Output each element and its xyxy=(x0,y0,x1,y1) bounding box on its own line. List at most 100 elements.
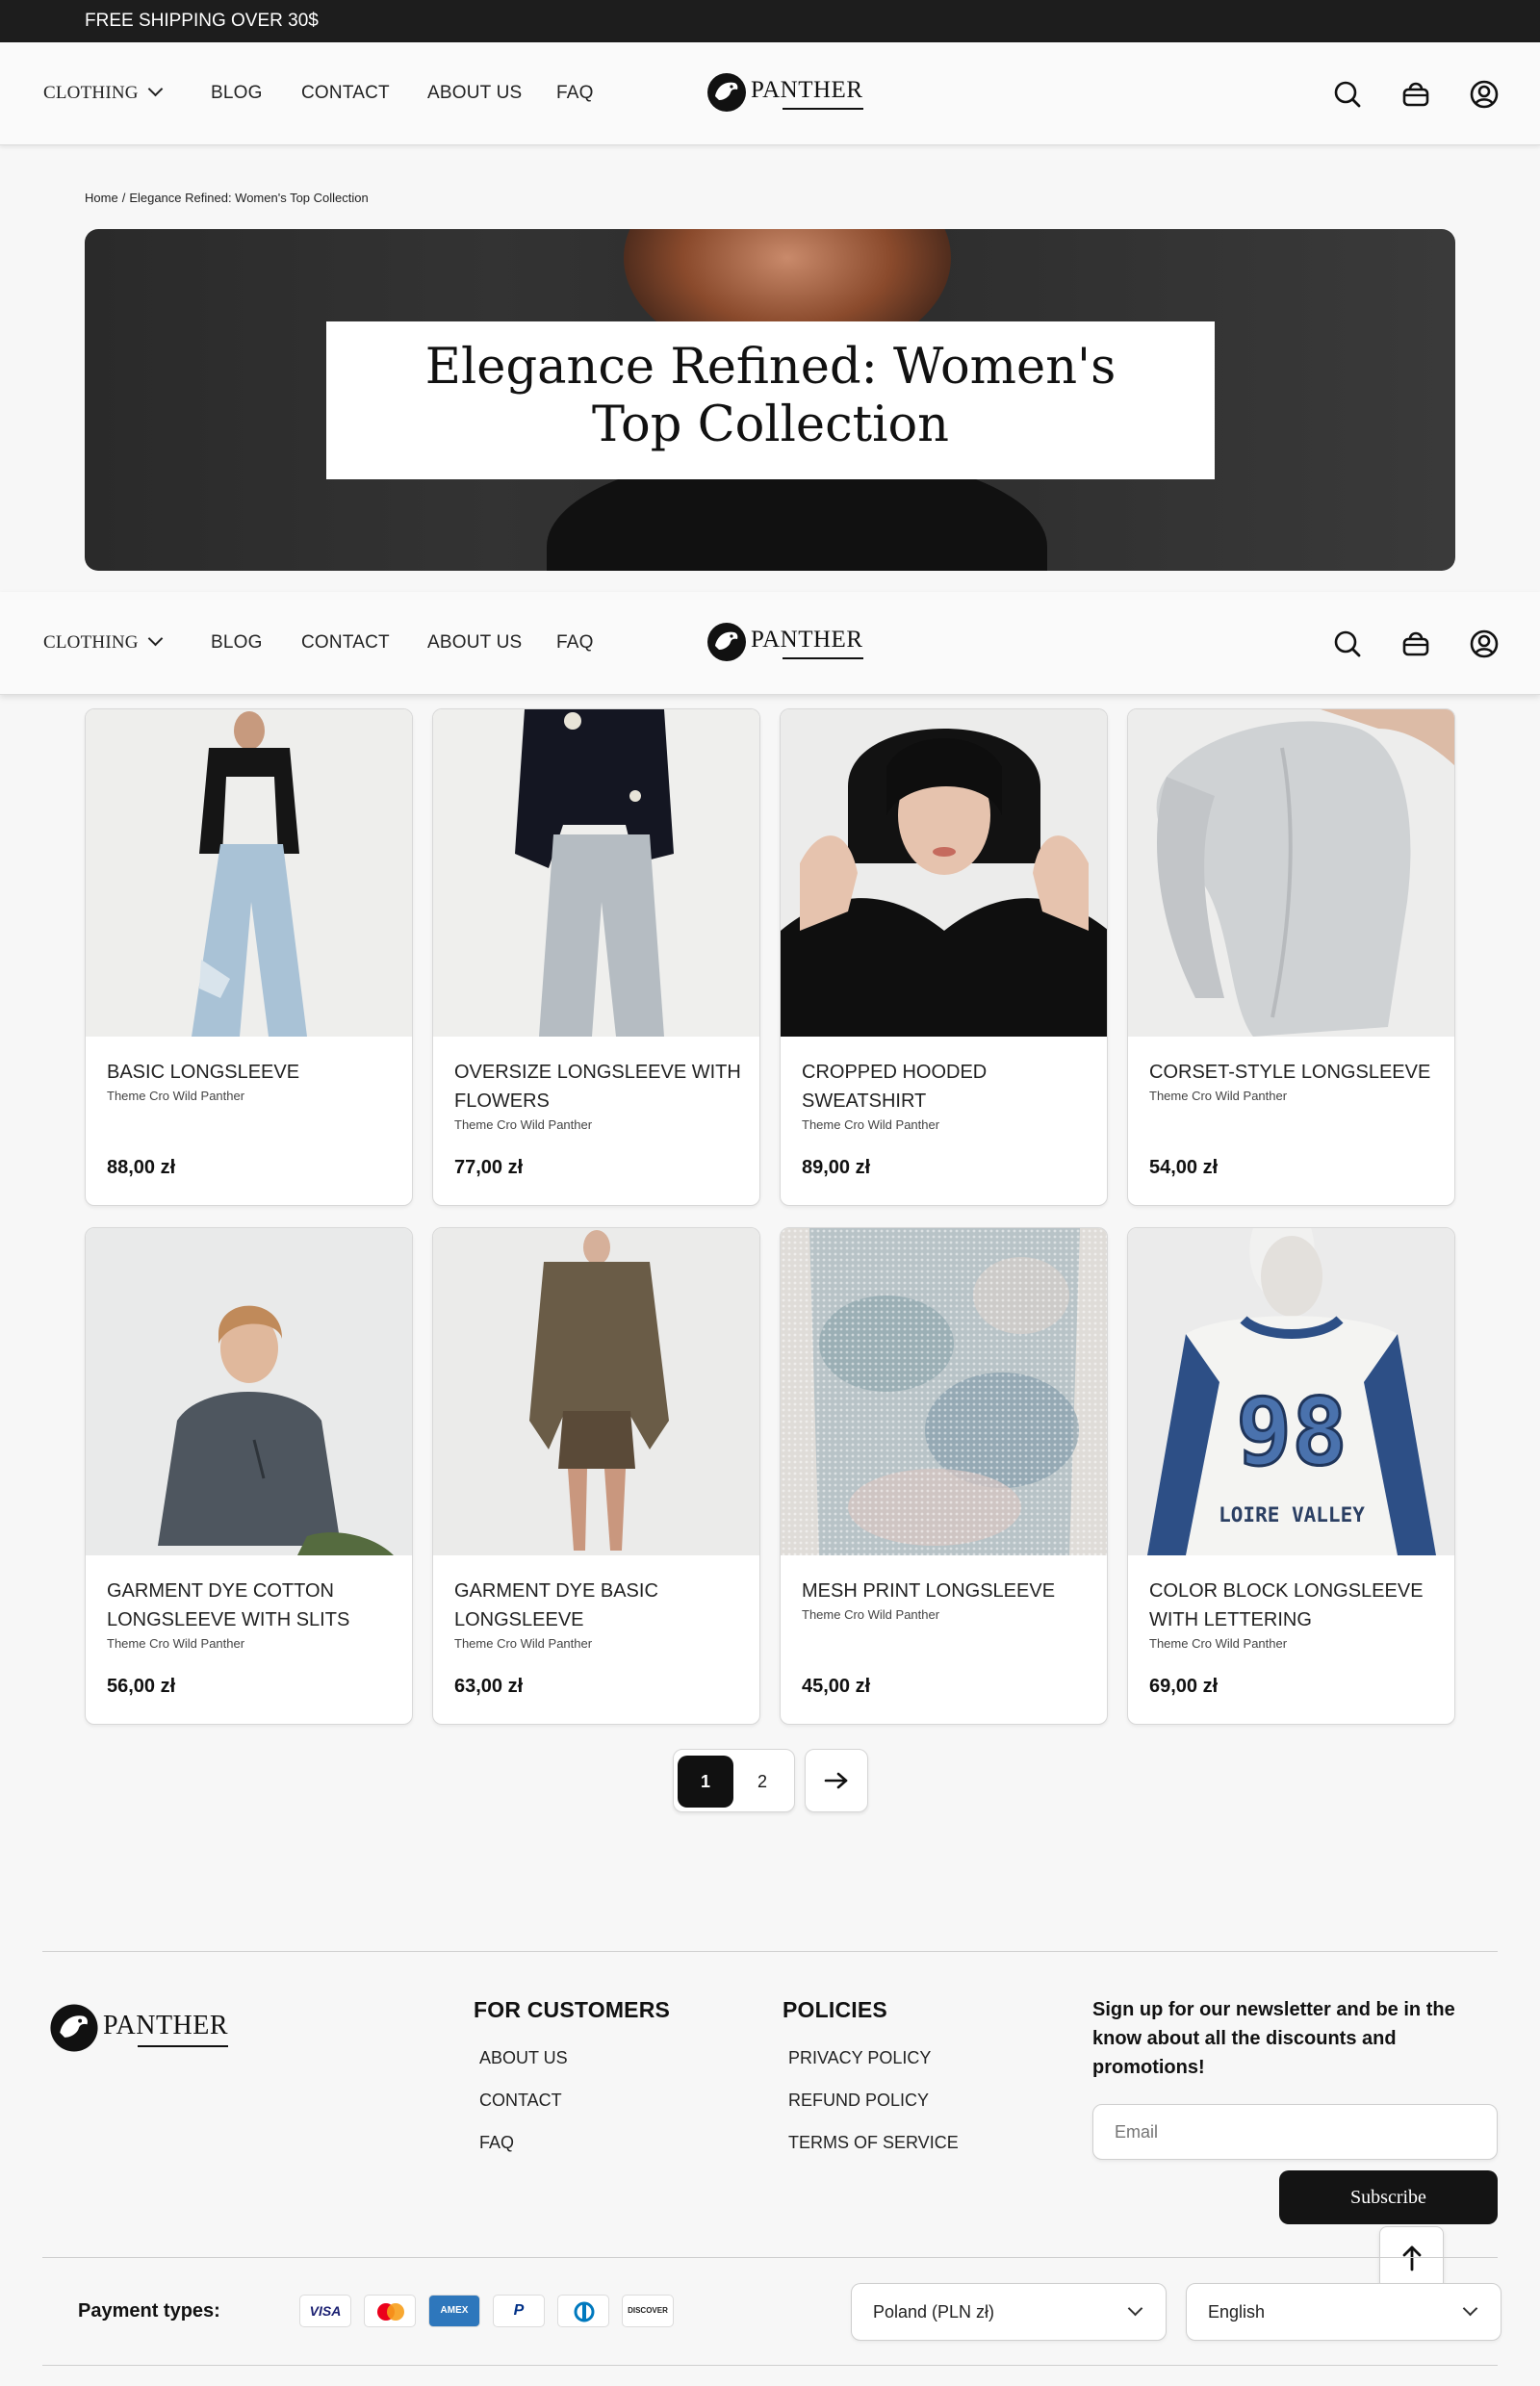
hero-title-line2: Top Collection xyxy=(591,397,950,453)
shopping-bag-icon[interactable] xyxy=(1400,79,1431,110)
breadcrumb-separator: / xyxy=(121,191,126,205)
chevron-down-icon xyxy=(147,81,163,97)
product-brand: Theme Cro Wild Panther xyxy=(454,1636,593,1651)
language-select[interactable]: English xyxy=(1186,2283,1502,2341)
footer-link-about[interactable]: ABOUT US xyxy=(479,2037,670,2079)
product-title[interactable]: CORSET-STYLE LONGSLEEVE Theme Cro Wild Pa… xyxy=(1149,1058,1438,1105)
product-brand: Theme Cro Wild Panther xyxy=(1149,1089,1288,1103)
breadcrumb-current: Elegance Refined: Women's Top Collection xyxy=(129,191,369,205)
product-name: CORSET-STYLE LONGSLEEVE xyxy=(1149,1062,1431,1083)
search-icon[interactable] xyxy=(1332,629,1363,659)
footer-link-terms[interactable]: TERMS OF SERVICE xyxy=(788,2121,959,2164)
logo-text: PANTHER xyxy=(751,627,863,659)
product-brand: Theme Cro Wild Panther xyxy=(1149,1636,1288,1651)
product-card[interactable]: CORSET-STYLE LONGSLEEVE Theme Cro Wild Pa… xyxy=(1127,708,1455,1206)
shopping-bag-icon[interactable] xyxy=(1400,629,1431,659)
product-price: 77,00 zł xyxy=(454,1157,524,1178)
product-price: 45,00 zł xyxy=(802,1676,871,1697)
product-image[interactable] xyxy=(781,709,1108,1037)
product-card[interactable]: OVERSIZE LONGSLEEVE WITH FLOWERS Theme Cr… xyxy=(432,708,760,1206)
product-brand: Theme Cro Wild Panther xyxy=(802,1117,940,1132)
product-name: BASIC LONGSLEEVE xyxy=(107,1062,300,1083)
account-icon[interactable] xyxy=(1469,629,1500,659)
product-title[interactable]: MESH PRINT LONGSLEEVE Theme Cro Wild Pant… xyxy=(802,1577,1091,1624)
panther-logo-icon xyxy=(50,2004,98,2052)
collection-hero-banner: Elegance Refined: Women's Top Collection xyxy=(85,229,1455,571)
product-title[interactable]: BASIC LONGSLEEVE Theme Cro Wild Panther xyxy=(107,1058,396,1105)
product-image[interactable] xyxy=(86,1228,413,1555)
search-icon[interactable] xyxy=(1332,79,1363,110)
page-1-button[interactable]: 1 xyxy=(678,1756,733,1808)
breadcrumb-home[interactable]: Home xyxy=(85,191,118,205)
back-to-top-button[interactable] xyxy=(1379,2226,1444,2290)
panther-logo-icon xyxy=(707,73,746,112)
product-card[interactable]: GARMENT DYE COTTON LONGSLEEVE WITH SLITS… xyxy=(85,1227,413,1725)
product-title[interactable]: CROPPED HOODED SWEATSHIRT Theme Cro Wild … xyxy=(802,1058,1091,1134)
arrow-up-icon xyxy=(1402,2245,1422,2271)
pagination: 1 2 xyxy=(673,1749,795,1812)
footer-link-refund[interactable]: REFUND POLICY xyxy=(788,2079,959,2121)
hero-title-card: Elegance Refined: Women's Top Collection xyxy=(326,321,1215,479)
footer-policies-column: POLICIES PRIVACY POLICY REFUND POLICY TE… xyxy=(783,1997,959,2164)
site-logo[interactable]: PANTHER xyxy=(706,68,869,116)
product-card[interactable]: MESH PRINT LONGSLEEVE Theme Cro Wild Pant… xyxy=(780,1227,1108,1725)
currency-select[interactable]: Poland (PLN zł) xyxy=(851,2283,1167,2341)
product-image[interactable]: 98 LOIRE VALLEY xyxy=(1128,1228,1455,1555)
product-title[interactable]: GARMENT DYE COTTON LONGSLEEVE WITH SLITS… xyxy=(107,1577,396,1653)
email-input[interactable] xyxy=(1092,2104,1498,2160)
page-2-button[interactable]: 2 xyxy=(734,1756,790,1808)
site-logo[interactable]: PANTHER xyxy=(706,618,869,666)
nav-faq[interactable]: FAQ xyxy=(556,632,594,654)
nav-blog[interactable]: BLOG xyxy=(211,632,263,654)
discover-icon: DISCOVER xyxy=(622,2295,674,2327)
product-title[interactable]: OVERSIZE LONGSLEEVE WITH FLOWERS Theme Cr… xyxy=(454,1058,743,1134)
nav-clothing[interactable]: CLOTHING xyxy=(43,630,163,654)
nav-clothing-label: CLOTHING xyxy=(43,632,139,653)
footer-divider xyxy=(42,1951,1498,1952)
currency-value: Poland (PLN zł) xyxy=(873,2302,995,2322)
product-brand: Theme Cro Wild Panther xyxy=(107,1089,245,1103)
footer-link-contact[interactable]: CONTACT xyxy=(479,2079,670,2121)
chevron-down-icon xyxy=(1127,2300,1143,2317)
nav-faq[interactable]: FAQ xyxy=(556,83,594,104)
subscribe-button[interactable]: Subscribe xyxy=(1279,2170,1498,2224)
product-name: GARMENT DYE COTTON LONGSLEEVE WITH SLITS xyxy=(107,1580,350,1630)
footer-logo[interactable]: PANTHER xyxy=(48,2002,229,2054)
product-card[interactable]: CROPPED HOODED SWEATSHIRT Theme Cro Wild … xyxy=(780,708,1108,1206)
panther-logo-icon xyxy=(707,623,746,661)
product-card[interactable]: 98 LOIRE VALLEY COLOR BLOCK LONGSLEEVE W… xyxy=(1127,1227,1455,1725)
nav-about[interactable]: ABOUT US xyxy=(427,83,522,104)
product-image[interactable] xyxy=(781,1228,1108,1555)
hero-title-line1: Elegance Refined: Women's xyxy=(424,339,1116,396)
product-card[interactable]: BASIC LONGSLEEVE Theme Cro Wild Panther 8… xyxy=(85,708,413,1206)
next-page-button[interactable] xyxy=(805,1749,868,1812)
language-value: English xyxy=(1208,2302,1266,2322)
product-name: MESH PRINT LONGSLEEVE xyxy=(802,1580,1056,1602)
footer-customers-column: FOR CUSTOMERS ABOUT US CONTACT FAQ xyxy=(474,1997,670,2164)
account-icon[interactable] xyxy=(1469,79,1500,110)
footer-bottom-divider xyxy=(42,2257,1498,2258)
chevron-down-icon xyxy=(147,630,163,647)
product-image[interactable] xyxy=(433,1228,760,1555)
footer-link-faq[interactable]: FAQ xyxy=(479,2121,670,2164)
nav-clothing[interactable]: CLOTHING xyxy=(43,81,163,104)
jersey-lettering-text: LOIRE VALLEY xyxy=(1219,1503,1365,1527)
nav-about[interactable]: ABOUT US xyxy=(427,632,522,654)
product-image[interactable] xyxy=(86,709,413,1037)
product-price: 69,00 zł xyxy=(1149,1676,1219,1697)
nav-blog[interactable]: BLOG xyxy=(211,83,263,104)
product-price: 88,00 zł xyxy=(107,1157,176,1178)
logo-text: PANTHER xyxy=(103,2011,229,2047)
nav-contact[interactable]: CONTACT xyxy=(301,83,390,104)
footer-link-privacy[interactable]: PRIVACY POLICY xyxy=(788,2037,959,2079)
product-image[interactable] xyxy=(433,709,760,1037)
product-title[interactable]: GARMENT DYE BASIC LONGSLEEVE Theme Cro Wi… xyxy=(454,1577,743,1653)
product-image[interactable] xyxy=(1128,709,1455,1037)
nav-clothing-label: CLOTHING xyxy=(43,83,139,103)
product-price: 56,00 zł xyxy=(107,1676,176,1697)
product-name: COLOR BLOCK LONGSLEEVE WITH LETTERING xyxy=(1149,1580,1424,1630)
announcement-text: FREE SHIPPING OVER 30$ xyxy=(85,11,319,31)
nav-contact[interactable]: CONTACT xyxy=(301,632,390,654)
product-title[interactable]: COLOR BLOCK LONGSLEEVE WITH LETTERING The… xyxy=(1149,1577,1438,1653)
product-card[interactable]: GARMENT DYE BASIC LONGSLEEVE Theme Cro Wi… xyxy=(432,1227,760,1725)
